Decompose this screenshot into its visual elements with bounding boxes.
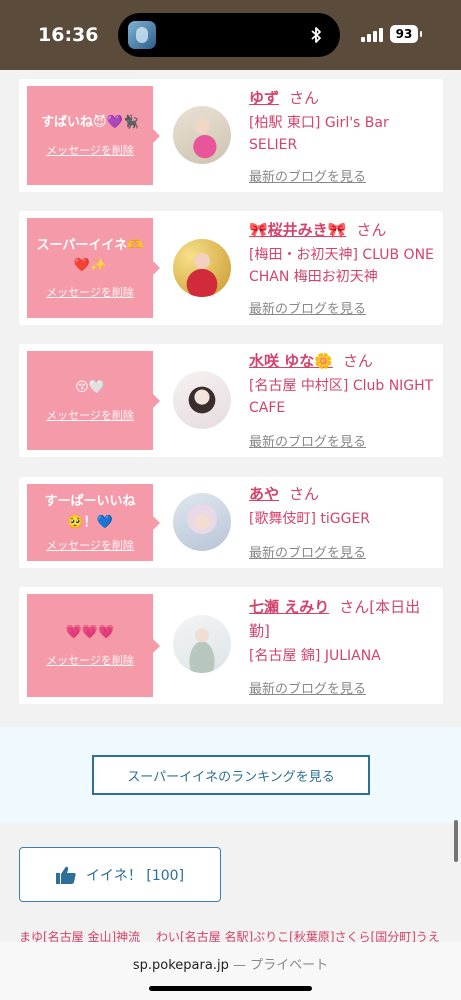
message-text: すーぱーいいね🥺！💙	[44, 494, 136, 530]
status-bar: 16:36 93	[0, 0, 461, 70]
avatar[interactable]	[173, 371, 231, 429]
delete-message-link[interactable]: メッセージを削除	[46, 284, 134, 300]
message-box: すーぱーいいね🥺！💙 メッセージを削除	[27, 484, 160, 561]
dynamic-island	[118, 13, 340, 57]
message-box: スーパーイイネ🫶❤️✨ メッセージを削除	[27, 218, 160, 318]
cast-info: 七瀬 えみり さん[本日出勤] [名古屋 錦] JULIANA	[249, 595, 439, 667]
avatar[interactable]	[173, 493, 231, 551]
message-text: スーパーイイネ🫶❤️✨	[36, 237, 144, 273]
list-item: 💗💗💗 メッセージを削除 七瀬 えみり さん[本日出勤] [名古屋 錦] JULI…	[19, 587, 443, 704]
honorific: さん	[356, 221, 387, 239]
list-item: 😚🤍 メッセージを削除 水咲 ゆな🌼 さん [名古屋 中村区] Club NIGH…	[19, 344, 443, 457]
message-box: すばいね😈💜🐈‍⬛ メッセージを削除	[27, 86, 160, 185]
delete-message-link[interactable]: メッセージを削除	[46, 652, 134, 668]
cast-name-link[interactable]: 🎀桜井みき🎀	[249, 221, 346, 239]
shop-name: [梅田・お初天神] CLUB ONE CHAN 梅田お初天神	[249, 247, 434, 285]
app-icon	[128, 21, 156, 49]
cast-info: ゆず さん [柏駅 東口] Girl's Bar SELIER	[249, 86, 439, 156]
like-button[interactable]: イイネ！ [100]	[19, 847, 221, 902]
blog-link[interactable]: 最新のブログを見る	[249, 542, 366, 561]
delete-message-link[interactable]: メッセージを削除	[46, 407, 134, 423]
shop-name: [柏駅 東口] Girl's Bar SELIER	[249, 115, 389, 153]
cast-name-link[interactable]: あや	[249, 485, 279, 503]
status-time: 16:36	[38, 24, 99, 46]
thumbs-up-icon	[55, 866, 76, 884]
list-item: すーぱーいいね🥺！💙 メッセージを削除 あや さん [歌舞伎町] tiGGER 最…	[19, 477, 443, 568]
avatar[interactable]	[173, 239, 231, 297]
cast-info: 水咲 ゆな🌼 さん [名古屋 中村区] Club NIGHT CAFE	[249, 349, 439, 419]
message-text: 😚🤍	[75, 380, 105, 396]
blog-link[interactable]: 最新のブログを見る	[249, 678, 366, 697]
list-item: すばいね😈💜🐈‍⬛ メッセージを削除 ゆず さん [柏駅 東口] Girl's B…	[19, 79, 443, 192]
cast-info: あや さん [歌舞伎町] tiGGER	[249, 482, 439, 530]
message-box: 😚🤍 メッセージを削除	[27, 351, 160, 450]
avatar[interactable]	[173, 106, 231, 164]
list-item: スーパーイイネ🫶❤️✨ メッセージを削除 🎀桜井みき🎀 さん [梅田・お初天神] …	[19, 211, 443, 325]
super-iine-ranking-button[interactable]: スーパーイイネのランキングを見る	[92, 755, 370, 795]
browser-private-mode: プライベート	[250, 958, 329, 973]
avatar[interactable]	[173, 615, 231, 673]
honorific: さん	[289, 485, 320, 503]
message-box: 💗💗💗 メッセージを削除	[27, 594, 160, 697]
message-text: 💗💗💗	[65, 625, 115, 641]
delete-message-link[interactable]: メッセージを削除	[46, 142, 134, 158]
blog-link[interactable]: 最新のブログを見る	[249, 431, 366, 450]
shop-name: [名古屋 錦] JULIANA	[249, 648, 381, 664]
cast-info: 🎀桜井みき🎀 さん [梅田・お初天神] CLUB ONE CHAN 梅田お初天神	[249, 218, 439, 288]
browser-domain: sp.pokepara.jp	[132, 958, 229, 973]
cast-name-link[interactable]: 七瀬 えみり	[249, 598, 329, 616]
blog-link[interactable]: 最新のブログを見る	[249, 298, 366, 317]
shop-name: [歌舞伎町] tiGGER	[249, 511, 371, 527]
honorific: さん	[342, 352, 373, 370]
browser-separator: —	[232, 958, 246, 973]
browser-address-bar[interactable]: sp.pokepara.jp — プライベート	[0, 942, 461, 1000]
like-label: イイネ！ [100]	[85, 867, 185, 884]
honorific: さん	[289, 89, 320, 107]
signal-icon	[361, 28, 383, 42]
message-text: すばいね😈💜🐈‍⬛	[41, 115, 139, 131]
cast-name-link[interactable]: ゆず	[249, 89, 279, 107]
home-indicator[interactable]	[149, 986, 312, 991]
shop-name: [名古屋 中村区] Club NIGHT CAFE	[249, 378, 434, 416]
battery-icon: 93	[390, 25, 422, 43]
bluetooth-icon	[311, 27, 321, 43]
cast-name-link[interactable]: 水咲 ゆな🌼	[249, 352, 333, 370]
scrollbar[interactable]	[454, 820, 458, 862]
ranking-section: スーパーイイネのランキングを見る	[0, 727, 461, 823]
delete-message-link[interactable]: メッセージを削除	[46, 537, 134, 553]
blog-link[interactable]: 最新のブログを見る	[249, 166, 366, 185]
